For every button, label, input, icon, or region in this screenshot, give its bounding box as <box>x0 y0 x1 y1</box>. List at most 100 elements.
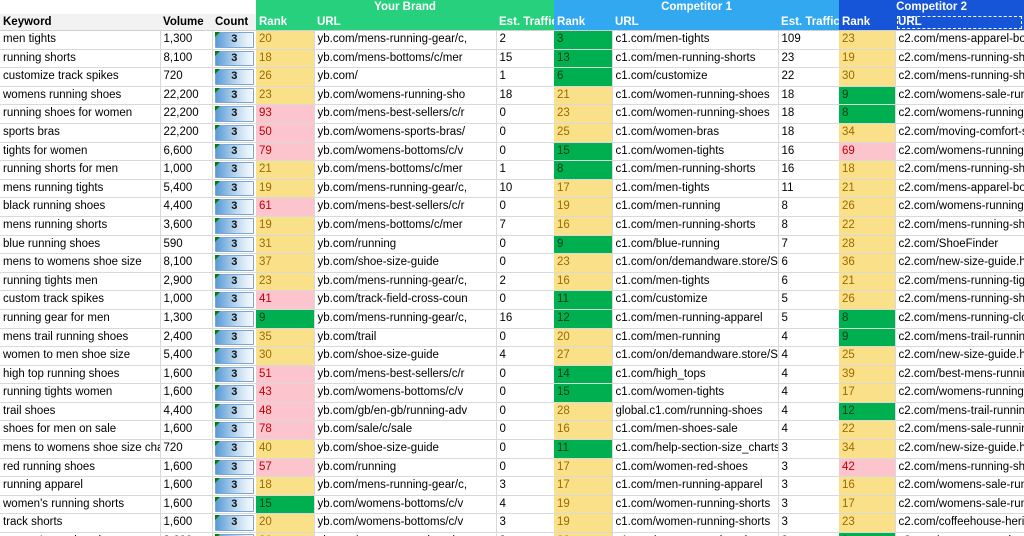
cell-your-brand-traffic[interactable]: 0 <box>495 458 555 478</box>
cell-keyword[interactable]: customize track spikes <box>0 67 160 87</box>
cell-your-brand-rank[interactable]: 37 <box>256 253 314 273</box>
cell-volume[interactable]: 1,600 <box>159 365 212 385</box>
cell-keyword[interactable]: black running shoes <box>0 197 160 217</box>
cell-count[interactable]: 3 <box>211 197 256 217</box>
cell-competitor-2-url[interactable]: c2.com/mens-trail-running-shoes/ <box>894 402 1024 422</box>
cell-competitor-1-rank[interactable]: 16 <box>554 420 613 441</box>
cell-competitor-2-rank[interactable]: 21 <box>839 272 896 292</box>
cell-count[interactable]: 3 <box>211 272 256 292</box>
cell-your-brand-rank[interactable]: 20 <box>256 513 314 534</box>
cell-competitor-1-rank[interactable]: 16 <box>554 216 613 236</box>
cell-competitor-2-url[interactable]: c2.com/womens-running-shoes/ <box>894 104 1024 124</box>
cell-competitor-2-url[interactable]: c2.com/womens-sale-running-shorts- <box>894 495 1024 515</box>
cell-your-brand-rank[interactable]: 20 <box>256 30 314 50</box>
cell-count[interactable]: 3 <box>211 365 256 385</box>
column-header-competitor-1-url[interactable]: URL <box>612 14 779 31</box>
cell-competitor-2-rank[interactable]: 19 <box>839 49 896 69</box>
cell-competitor-1-traffic[interactable]: 109 <box>777 30 840 50</box>
cell-competitor-1-rank[interactable]: 17 <box>554 179 613 199</box>
cell-your-brand-rank[interactable]: 48 <box>256 402 314 422</box>
cell-keyword[interactable]: tights for women <box>0 142 160 162</box>
cell-your-brand-traffic[interactable]: 0 <box>495 123 555 143</box>
cell-volume[interactable]: 22,200 <box>159 86 212 106</box>
cell-volume[interactable]: 4,400 <box>159 197 212 217</box>
cell-competitor-1-url[interactable]: c1.com/women-running-shorts <box>611 513 779 534</box>
cell-your-brand-traffic[interactable]: 0 <box>495 328 555 348</box>
cell-competitor-1-url[interactable]: c1.com/men-shoes-sale <box>611 420 779 441</box>
cell-your-brand-rank[interactable]: 18 <box>256 49 314 69</box>
cell-competitor-2-url[interactable]: c2.com/womens-sale-running-clothin <box>894 476 1024 496</box>
cell-competitor-1-rank[interactable]: 21 <box>554 86 613 106</box>
cell-competitor-1-traffic[interactable]: 3 <box>777 439 840 459</box>
cell-competitor-1-rank[interactable]: 15 <box>554 142 613 162</box>
cell-competitor-1-rank[interactable]: 13 <box>554 49 613 69</box>
cell-your-brand-rank[interactable]: 18 <box>256 476 314 496</box>
cell-keyword[interactable]: shoes for men on sale <box>0 420 160 441</box>
cell-your-brand-rank[interactable]: 23 <box>256 272 314 292</box>
cell-count[interactable]: 3 <box>211 290 256 310</box>
cell-keyword[interactable]: mens to womens shoe size chart <box>0 439 160 459</box>
cell-your-brand-traffic[interactable]: 0 <box>495 290 555 310</box>
cell-competitor-1-traffic[interactable]: 3 <box>777 513 840 534</box>
column-header-count[interactable]: Count <box>212 14 256 31</box>
cell-competitor-2-url[interactable]: c2.com/womens-running-shoes-and-c <box>894 197 1024 217</box>
cell-competitor-2-rank[interactable]: 8 <box>839 309 896 329</box>
cell-competitor-2-rank[interactable]: 22 <box>839 216 896 236</box>
cell-your-brand-url[interactable]: yb.com/womens-running-sho <box>313 86 496 106</box>
cell-competitor-1-traffic[interactable]: 4 <box>777 365 840 385</box>
cell-your-brand-traffic[interactable]: 3 <box>495 532 555 536</box>
cell-competitor-1-url[interactable]: c1.com/women-running-shorts <box>611 495 779 515</box>
cell-your-brand-traffic[interactable]: 18 <box>495 86 555 106</box>
cell-competitor-1-url[interactable]: c1.com/men-running <box>611 328 779 348</box>
cell-competitor-1-rank[interactable]: 16 <box>554 272 613 292</box>
cell-your-brand-traffic[interactable]: 1 <box>495 160 555 180</box>
cell-competitor-2-rank[interactable]: 9 <box>839 532 896 536</box>
cell-competitor-1-url[interactable]: global.c1.com/running-shoes <box>611 402 779 422</box>
cell-competitor-2-url[interactable]: c2.com/mens-running-shoes/ <box>894 290 1024 310</box>
cell-competitor-1-url[interactable]: c1.com/men-running-shorts <box>611 160 779 180</box>
cell-competitor-2-url[interactable]: c2.com/mens-running-shoes/ <box>894 458 1024 478</box>
cell-your-brand-url[interactable]: yb.com/sale/c/sale <box>313 420 496 441</box>
cell-competitor-1-rank[interactable]: 19 <box>554 495 613 515</box>
cell-your-brand-traffic[interactable]: 0 <box>495 142 555 162</box>
cell-competitor-1-url[interactable]: c1.com/men-tights <box>611 30 779 50</box>
cell-competitor-1-rank[interactable]: 28 <box>554 402 613 422</box>
cell-competitor-1-url[interactable]: c1.com/men-tights <box>611 272 779 292</box>
cell-count[interactable]: 3 <box>211 346 256 366</box>
cell-competitor-2-rank[interactable]: 8 <box>839 104 896 124</box>
column-header-competitor-2-rank[interactable]: Rank <box>839 14 896 31</box>
cell-competitor-1-rank[interactable]: 17 <box>554 476 613 496</box>
cell-competitor-1-url[interactable]: c1.com/help-section-size_charts.h <box>611 439 779 459</box>
cell-competitor-1-url[interactable]: c1.com/women-running-shoes <box>611 532 779 536</box>
cell-competitor-1-url[interactable]: c1.com/blue-running <box>611 235 779 255</box>
cell-keyword[interactable]: running shorts <box>0 49 160 69</box>
cell-your-brand-traffic[interactable]: 2 <box>495 30 555 50</box>
cell-competitor-2-url[interactable]: c2.com/mens-running-shorts/ <box>894 49 1024 69</box>
cell-competitor-1-traffic[interactable]: 18 <box>777 86 840 106</box>
cell-competitor-1-traffic[interactable]: 3 <box>777 532 840 536</box>
cell-competitor-1-rank[interactable]: 11 <box>554 290 613 310</box>
cell-keyword[interactable]: custom track spikes <box>0 290 160 310</box>
column-header-your-brand-rank[interactable]: Rank <box>256 14 314 31</box>
cell-keyword[interactable]: running apparel <box>0 476 160 496</box>
cell-competitor-2-url[interactable]: c2.com/womens-running-shoes/ <box>894 532 1024 536</box>
cell-count[interactable]: 3 <box>211 513 256 534</box>
cell-count[interactable]: 3 <box>211 532 256 536</box>
cell-competitor-1-url[interactable]: c1.com/men-running-shorts <box>611 216 779 236</box>
cell-competitor-1-url[interactable]: c1.com/men-running <box>611 197 779 217</box>
cell-competitor-1-traffic[interactable]: 6 <box>777 253 840 273</box>
cell-your-brand-url[interactable]: yb.com/track-field-cross-coun <box>313 290 496 310</box>
cell-competitor-1-url[interactable]: c1.com/high_tops <box>611 365 779 385</box>
cell-competitor-2-rank[interactable]: 17 <box>839 383 896 403</box>
cell-your-brand-url[interactable]: yb.com/mens-running-gear/c, <box>313 30 496 50</box>
cell-your-brand-rank[interactable]: 23 <box>256 86 314 106</box>
cell-competitor-1-traffic[interactable]: 3 <box>777 458 840 478</box>
cell-your-brand-url[interactable]: yb.com/womens-sports-bras/ <box>313 123 496 143</box>
cell-competitor-2-rank[interactable]: 16 <box>839 476 896 496</box>
cell-competitor-2-url[interactable]: c2.com/mens-apparel-bottoms/ <box>894 179 1024 199</box>
cell-your-brand-url[interactable]: yb.com/mens-bottoms/c/mer <box>313 160 496 180</box>
cell-competitor-1-rank[interactable]: 14 <box>554 365 613 385</box>
cell-your-brand-rank[interactable]: 21 <box>256 160 314 180</box>
column-header-competitor-2-url[interactable]: URL <box>895 14 1024 31</box>
cell-your-brand-url[interactable]: yb.com/running <box>313 235 496 255</box>
